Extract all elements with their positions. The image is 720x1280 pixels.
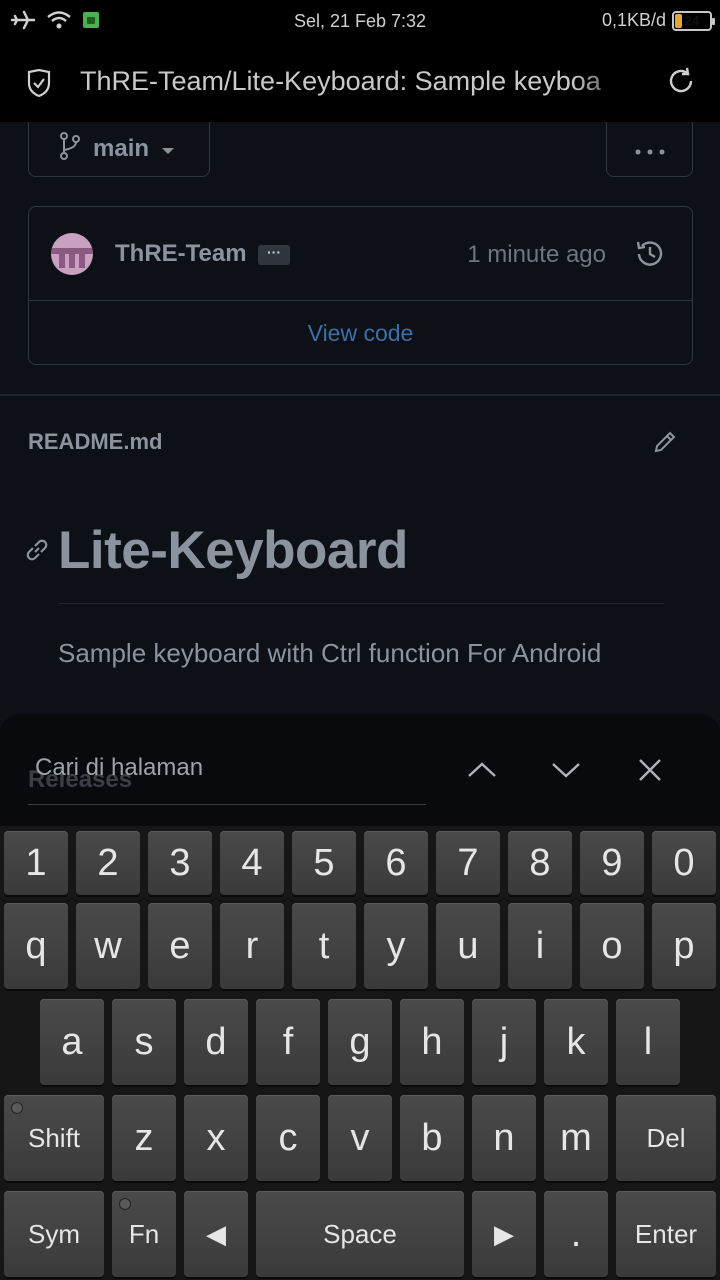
title-rule — [58, 603, 664, 604]
find-next-icon[interactable] — [550, 754, 582, 786]
status-bar: Sel, 21 Feb 7:32 0,1KB/d 24 — [0, 0, 720, 42]
avatar[interactable] — [51, 233, 93, 275]
key-b[interactable]: b — [400, 1095, 464, 1181]
key-0[interactable]: 0 — [652, 831, 716, 895]
key-9[interactable]: 9 — [580, 831, 644, 895]
readme-description: Sample keyboard with Ctrl function For A… — [58, 638, 602, 668]
key-m[interactable]: m — [544, 1095, 608, 1181]
close-icon[interactable] — [634, 754, 666, 786]
key-s[interactable]: s — [112, 999, 176, 1085]
key-w[interactable]: w — [76, 903, 140, 989]
reload-icon[interactable] — [666, 66, 696, 101]
page: Sel, 21 Feb 7:32 0,1KB/d 24 ThRE-Team/Li… — [0, 0, 720, 1280]
repo-page: main ThRE-Team ··· 1 minute ago View cod… — [0, 122, 720, 722]
battery-fill — [675, 13, 682, 28]
pencil-icon[interactable] — [652, 429, 678, 460]
key-g[interactable]: g — [328, 999, 392, 1085]
space-key[interactable]: Space — [256, 1191, 464, 1277]
git-branch-icon — [59, 131, 81, 167]
commit-row: ThRE-Team ··· 1 minute ago — [29, 207, 692, 301]
delete-key[interactable]: Del — [616, 1095, 716, 1181]
find-previous-icon[interactable] — [466, 754, 498, 786]
key-a[interactable]: a — [40, 999, 104, 1085]
key-o[interactable]: o — [580, 903, 644, 989]
site-security-icon[interactable] — [26, 68, 52, 102]
sym-key[interactable]: Sym — [4, 1191, 104, 1277]
key-n[interactable]: n — [472, 1095, 536, 1181]
key-z[interactable]: z — [112, 1095, 176, 1181]
key-u[interactable]: u — [436, 903, 500, 989]
key-8[interactable]: 8 — [508, 831, 572, 895]
key-c[interactable]: c — [256, 1095, 320, 1181]
enter-key[interactable]: Enter — [616, 1191, 716, 1277]
key-e[interactable]: e — [148, 903, 212, 989]
key-1[interactable]: 1 — [4, 831, 68, 895]
key-v[interactable]: v — [328, 1095, 392, 1181]
key-x[interactable]: x — [184, 1095, 248, 1181]
key-p[interactable]: p — [652, 903, 716, 989]
branch-selector[interactable]: main — [28, 122, 210, 177]
key-l[interactable]: l — [616, 999, 680, 1085]
fn-label: Fn — [128, 1218, 160, 1249]
more-options-button[interactable] — [606, 122, 693, 177]
battery-level: 24 — [684, 13, 700, 28]
key-t[interactable]: t — [292, 903, 356, 989]
arrow-left-key[interactable]: ◀ — [184, 1191, 248, 1277]
key-3[interactable]: 3 — [148, 831, 212, 895]
latest-commit-box: ThRE-Team ··· 1 minute ago View code — [28, 206, 693, 365]
period-key[interactable]: . — [544, 1191, 608, 1277]
commit-time[interactable]: 1 minute ago — [467, 241, 606, 269]
soft-keyboard: 1 2 3 4 5 6 7 8 9 0 q w e r t y u i o p … — [0, 826, 720, 1280]
divider — [0, 394, 720, 396]
commit-author[interactable]: ThRE-Team — [115, 240, 247, 268]
fn-key[interactable]: Fn — [112, 1191, 176, 1277]
kebab-horizontal-icon — [634, 136, 666, 162]
shift-indicator-icon — [11, 1102, 23, 1114]
find-in-page-input[interactable]: Cari di halaman — [35, 754, 425, 790]
key-f[interactable]: f — [256, 999, 320, 1085]
shift-key[interactable]: Shift — [4, 1095, 104, 1181]
view-code-link[interactable]: View code — [29, 320, 692, 347]
key-5[interactable]: 5 — [292, 831, 356, 895]
commit-message-toggle[interactable]: ··· — [258, 245, 290, 265]
key-6[interactable]: 6 — [364, 831, 428, 895]
key-i[interactable]: i — [508, 903, 572, 989]
readme-title: Lite-Keyboard — [58, 521, 408, 580]
browser-url-bar: ThRE-Team/Lite-Keyboard: Sample keyboa — [0, 42, 720, 122]
shift-label: Shift — [27, 1122, 81, 1153]
caret-down-icon — [161, 135, 175, 163]
readme-filename[interactable]: README.md — [28, 429, 162, 455]
fn-indicator-icon — [119, 1198, 131, 1210]
key-k[interactable]: k — [544, 999, 608, 1085]
network-speed: 0,1KB/d — [601, 10, 666, 30]
history-icon[interactable] — [634, 238, 666, 275]
key-7[interactable]: 7 — [436, 831, 500, 895]
key-r[interactable]: r — [220, 903, 284, 989]
key-d[interactable]: d — [184, 999, 248, 1085]
key-y[interactable]: y — [364, 903, 428, 989]
url-title[interactable]: ThRE-Team/Lite-Keyboard: Sample keyboa — [80, 66, 640, 97]
key-4[interactable]: 4 — [220, 831, 284, 895]
key-2[interactable]: 2 — [76, 831, 140, 895]
find-input-underline — [28, 804, 426, 805]
key-j[interactable]: j — [472, 999, 536, 1085]
branch-name: main — [93, 135, 150, 162]
key-q[interactable]: q — [4, 903, 68, 989]
find-in-page-panel: Releases Cari di halaman — [0, 714, 720, 826]
battery-icon: 24 — [672, 10, 715, 31]
key-h[interactable]: h — [400, 999, 464, 1085]
arrow-right-key[interactable]: ▶ — [472, 1191, 536, 1277]
link-icon[interactable] — [23, 536, 51, 569]
